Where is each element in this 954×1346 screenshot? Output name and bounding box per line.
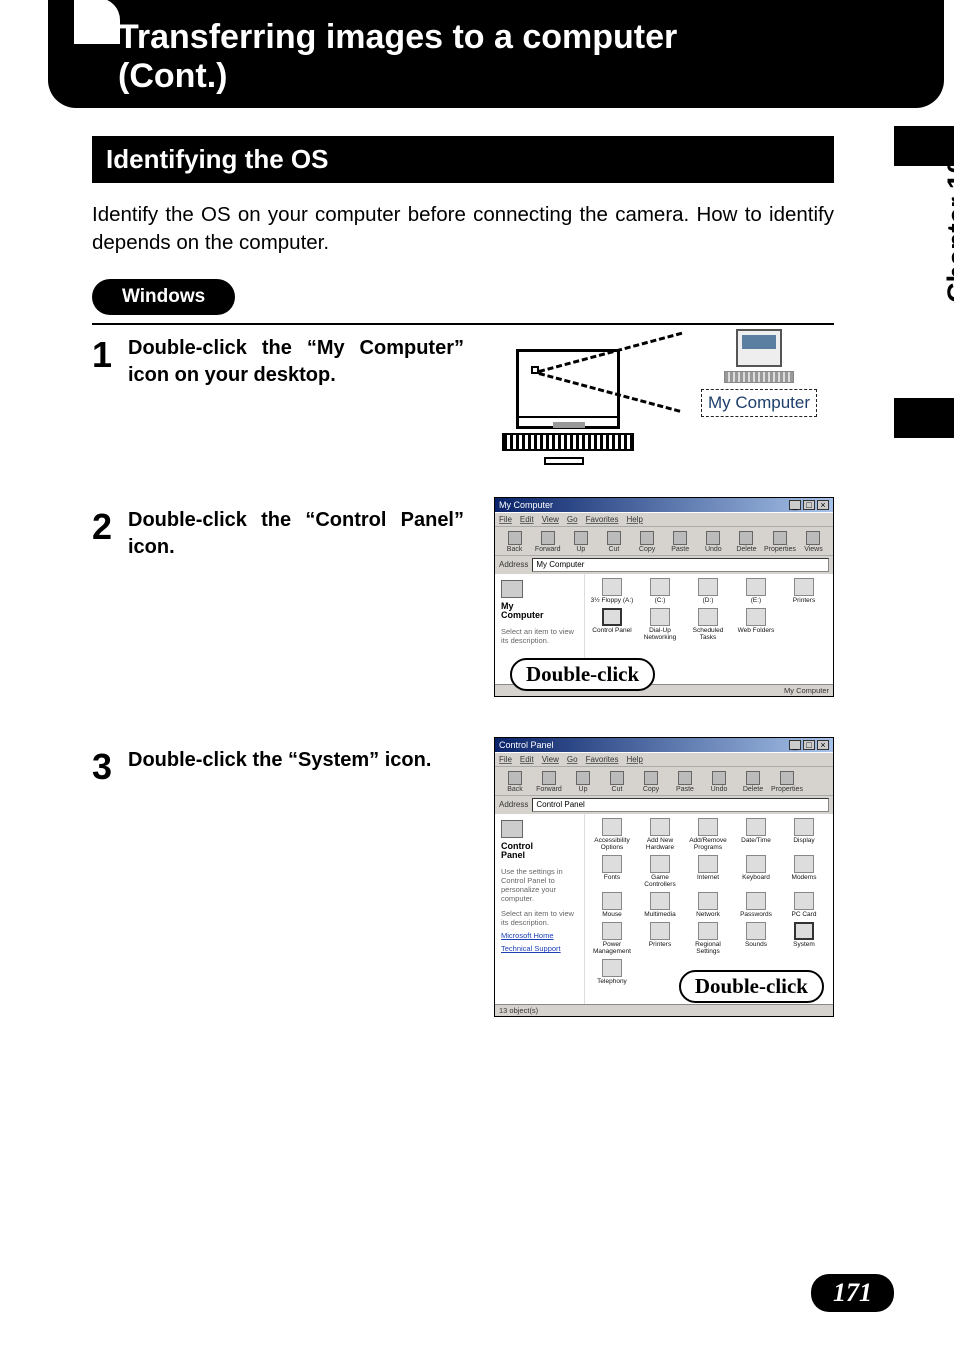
page-title-line1: Transferring images to a computer [118, 18, 677, 56]
fig3-icon: Fonts [589, 855, 635, 888]
step-2-text: Double-click the “Control Panel” icon. [128, 507, 470, 561]
fig2-icon: 3½ Floppy (A:) [589, 578, 635, 604]
fig2-icon: Printers [781, 578, 827, 604]
step-1-num: 1 [92, 337, 116, 373]
window-controls: _□× [789, 740, 829, 750]
fig3-icon: Telephony [589, 959, 635, 985]
fig3-icon: Date/Time [733, 818, 779, 851]
fig3-icon: Multimedia [637, 892, 683, 918]
fig3-icon: Power Management [589, 922, 635, 955]
page-number: 171 [811, 1274, 894, 1312]
fig2-window-title: My Computer [499, 500, 553, 510]
maximize-icon: □ [803, 500, 815, 510]
fig3-icon: Add New Hardware [637, 818, 683, 851]
fig2-icon: Control Panel [589, 608, 635, 641]
fig2-icon: (E:) [733, 578, 779, 604]
window-controls: _□× [789, 500, 829, 510]
fig3-callout: Double-click [679, 970, 824, 1003]
step-3-text: Double-click the “System” icon. [128, 747, 470, 774]
fig3-window-title: Control Panel [499, 740, 554, 750]
fig3-icon: Add/Remove Programs [685, 818, 731, 851]
my-computer-desktop-icon: My Computer [684, 329, 834, 417]
my-computer-label: My Computer [701, 389, 817, 417]
fig2-address-input [532, 558, 829, 572]
figure-1: My Computer [494, 329, 834, 469]
fig3-icon: Network [685, 892, 731, 918]
fig3-icon: Display [781, 818, 827, 851]
step-2-num: 2 [92, 509, 116, 545]
fig3-icon: Regional Settings [685, 922, 731, 955]
fig3-icon: PC Card [781, 892, 827, 918]
fig2-icon: (D:) [685, 578, 731, 604]
fig2-icon: Scheduled Tasks [685, 608, 731, 641]
fig3-icon: Internet [685, 855, 731, 888]
step-3-num: 3 [92, 749, 116, 785]
page-title: Transferring images to a computer (Cont.… [118, 18, 920, 96]
step-1-text: Double-click the “My Computer” icon on y… [128, 335, 470, 389]
page-header: Transferring images to a computer (Cont.… [48, 0, 944, 108]
fig3-icon: System [781, 922, 827, 955]
fig3-icon: Mouse [589, 892, 635, 918]
fig2-callout: Double-click [510, 658, 655, 691]
fig2-menu: FileEditViewGoFavoritesHelp [495, 512, 833, 526]
page-title-line2: (Cont.) [118, 57, 228, 95]
fig2-toolbar: Back Forward Up Cut Copy Paste Undo Dele… [495, 526, 833, 555]
fig2-icon: Web Folders [733, 608, 779, 641]
close-icon: × [817, 500, 829, 510]
fig3-icon: Passwords [733, 892, 779, 918]
monitor-illustration [516, 349, 634, 451]
windows-pill: Windows [92, 279, 235, 315]
fig3-icon: Printers [637, 922, 683, 955]
fig2-icon: (C:) [637, 578, 683, 604]
fig3-icon: Sounds [733, 922, 779, 955]
minimize-icon: _ [789, 740, 801, 750]
fig3-icon: Modems [781, 855, 827, 888]
fig3-menu: FileEditViewGoFavoritesHelp [495, 752, 833, 766]
minimize-icon: _ [789, 500, 801, 510]
fig2-icon: Dial-Up Networking [637, 608, 683, 641]
fig3-icon: Accessibility Options [589, 818, 635, 851]
fig3-icon: Keyboard [733, 855, 779, 888]
intro-text: Identify the OS on your computer before … [92, 201, 834, 256]
maximize-icon: □ [803, 740, 815, 750]
fig3-address-input [532, 798, 829, 812]
fig3-icon: Game Controllers [637, 855, 683, 888]
close-icon: × [817, 740, 829, 750]
section-heading: Identifying the OS [92, 136, 834, 183]
fig3-toolbar: Back Forward Up Cut Copy Paste Undo Dele… [495, 766, 833, 795]
